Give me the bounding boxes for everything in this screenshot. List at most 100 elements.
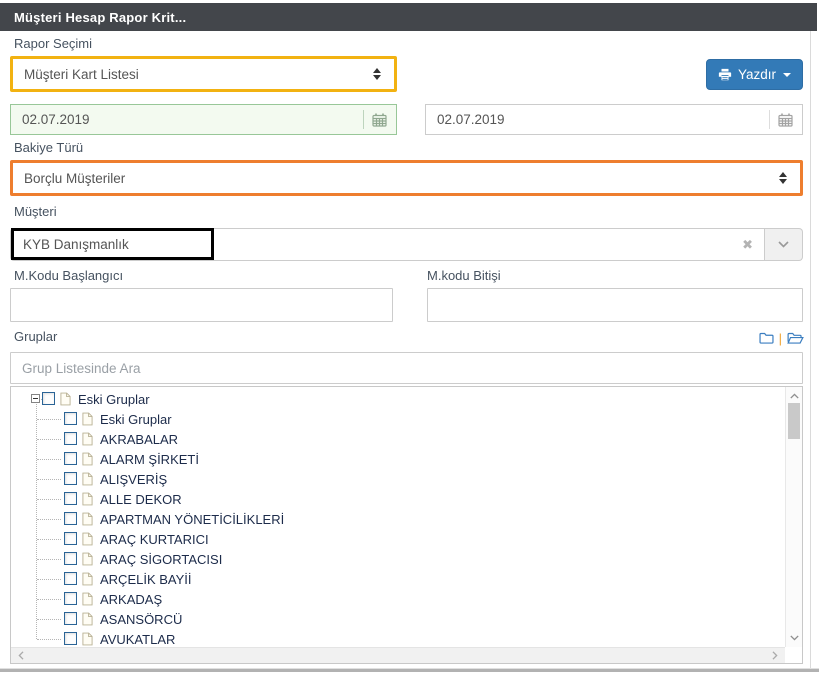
tree-child-row: ARÇELİK BAYİİ	[11, 569, 783, 589]
file-icon	[82, 592, 93, 606]
folder-open-icon[interactable]	[787, 332, 804, 344]
tree-item-label[interactable]: Eski Gruplar	[78, 392, 150, 407]
file-icon	[82, 492, 93, 506]
file-icon	[60, 392, 71, 406]
tree-child-row: ALLE DEKOR	[11, 489, 783, 509]
group-tree-children: Eski Gruplar AKRABALAR ALARM ŞİRKETİ ALI…	[11, 409, 783, 647]
start-date-field[interactable]: 02.07.2019	[10, 104, 397, 135]
scroll-left-icon[interactable]	[14, 648, 28, 663]
tree-checkbox[interactable]	[64, 632, 77, 645]
tree-item-label[interactable]: ARAÇ KURTARICI	[100, 532, 209, 547]
balance-type-label: Bakiye Türü	[14, 140, 83, 155]
select-updown-icon	[373, 68, 381, 80]
scrollbar-thumb[interactable]	[788, 403, 800, 439]
file-icon	[82, 632, 93, 646]
vertical-scrollbar[interactable]	[785, 387, 802, 647]
tree-item-label[interactable]: AVUKATLAR	[100, 632, 175, 647]
balance-type-select[interactable]: Borçlu Müşteriler	[10, 160, 803, 196]
group-tree-panel: Eski Gruplar Eski Gruplar AKRABALAR ALAR…	[10, 386, 803, 664]
close-icon[interactable]: ✖	[742, 237, 753, 253]
tree-child-row: APARTMAN YÖNETİCİLİKLERİ	[11, 509, 783, 529]
tree-item-label[interactable]: Eski Gruplar	[100, 412, 172, 427]
customer-input[interactable]: KYB Danışmanlık ✖	[10, 228, 765, 261]
tree-child-row: ARAÇ SİGORTACISI	[11, 549, 783, 569]
tree-item-label[interactable]: ALLE DEKOR	[100, 492, 182, 507]
calendar-icon[interactable]	[778, 113, 793, 127]
tree-item-label[interactable]: ARKADAŞ	[100, 592, 162, 607]
print-button-label: Yazdır	[738, 67, 776, 82]
file-icon	[82, 572, 93, 586]
customer-combo: KYB Danışmanlık ✖	[10, 228, 803, 261]
report-select[interactable]: Müşteri Kart Listesi	[10, 56, 397, 92]
scroll-up-icon[interactable]	[786, 389, 802, 403]
tree-checkbox[interactable]	[64, 552, 77, 565]
tree-item-label[interactable]: ALIŞVERİŞ	[100, 472, 167, 487]
file-icon	[82, 452, 93, 466]
customer-value: KYB Danışmanlık	[14, 237, 129, 252]
tree-checkbox[interactable]	[64, 512, 77, 525]
tree-checkbox[interactable]	[64, 532, 77, 545]
tree-checkbox[interactable]	[64, 432, 77, 445]
dialog-bottom-edge	[0, 669, 819, 672]
tree-child-row: ARKADAŞ	[11, 589, 783, 609]
select-updown-icon	[779, 172, 787, 184]
horizontal-scrollbar[interactable]	[11, 647, 785, 663]
file-icon	[82, 432, 93, 446]
tree-item-label[interactable]: ASANSÖRCÜ	[100, 612, 182, 627]
balance-type-value: Borçlu Müşteriler	[13, 171, 779, 186]
tree-checkbox[interactable]	[64, 492, 77, 505]
tree-checkbox[interactable]	[64, 612, 77, 625]
tree-item-label[interactable]: ARÇELİK BAYİİ	[100, 572, 192, 587]
end-date-value: 02.07.2019	[426, 112, 769, 127]
tree-child-row: AKRABALAR	[11, 429, 783, 449]
tree-item-label[interactable]: APARTMAN YÖNETİCİLİKLERİ	[100, 512, 284, 527]
print-button[interactable]: Yazdır	[706, 59, 803, 90]
tree-child-row: ALARM ŞİRKETİ	[11, 449, 783, 469]
tree-root-row: Eski Gruplar	[11, 389, 783, 409]
scroll-right-icon[interactable]	[768, 648, 782, 663]
file-icon	[82, 512, 93, 526]
calendar-icon[interactable]	[372, 113, 387, 127]
customer-dropdown-button[interactable]	[765, 228, 803, 261]
tree-checkbox[interactable]	[64, 412, 77, 425]
tree-item-label[interactable]: AKRABALAR	[100, 432, 178, 447]
tree-checkbox[interactable]	[64, 472, 77, 485]
scroll-down-icon[interactable]	[786, 631, 802, 645]
divider	[363, 110, 364, 129]
dialog-title: Müşteri Hesap Rapor Krit...	[14, 10, 186, 25]
code-end-input[interactable]	[427, 288, 803, 322]
customer-selection-highlight: KYB Danışmanlık	[11, 228, 214, 260]
tree-child-row: Eski Gruplar	[11, 409, 783, 429]
tree-item-label[interactable]: ARAÇ SİGORTACISI	[100, 552, 222, 567]
code-start-input[interactable]	[10, 288, 393, 322]
tree-child-row: ASANSÖRCÜ	[11, 609, 783, 629]
tree-checkbox[interactable]	[64, 452, 77, 465]
group-tree-actions: |	[752, 330, 804, 346]
tree-child-row: ALIŞVERİŞ	[11, 469, 783, 489]
report-criteria-dialog: Müşteri Hesap Rapor Krit... Rapor Seçimi…	[0, 0, 819, 675]
file-icon	[82, 472, 93, 486]
code-end-label: M.kodu Bitişi	[427, 268, 501, 283]
file-icon	[82, 412, 93, 426]
tree-child-row: AVUKATLAR	[11, 629, 783, 647]
report-select-label: Rapor Seçimi	[14, 36, 92, 51]
tree-checkbox[interactable]	[64, 572, 77, 585]
dialog-titlebar[interactable]: Müşteri Hesap Rapor Krit...	[0, 3, 817, 31]
file-icon	[82, 612, 93, 626]
folder-closed-icon[interactable]	[759, 332, 774, 344]
group-search-input[interactable]	[10, 352, 803, 384]
collapse-icon[interactable]	[31, 394, 40, 403]
tree-item-label[interactable]: ALARM ŞİRKETİ	[100, 452, 199, 467]
printer-icon	[718, 68, 732, 82]
tree-checkbox[interactable]	[42, 392, 55, 405]
tree-child-row: ARAÇ KURTARICI	[11, 529, 783, 549]
report-select-value: Müşteri Kart Listesi	[13, 67, 373, 82]
tree-checkbox[interactable]	[64, 592, 77, 605]
file-icon	[82, 532, 93, 546]
end-date-field[interactable]: 02.07.2019	[425, 104, 803, 135]
start-date-value: 02.07.2019	[11, 112, 363, 127]
divider	[769, 110, 770, 129]
chevron-down-icon	[778, 241, 789, 248]
code-start-label: M.Kodu Başlangıcı	[14, 268, 123, 283]
file-icon	[82, 552, 93, 566]
